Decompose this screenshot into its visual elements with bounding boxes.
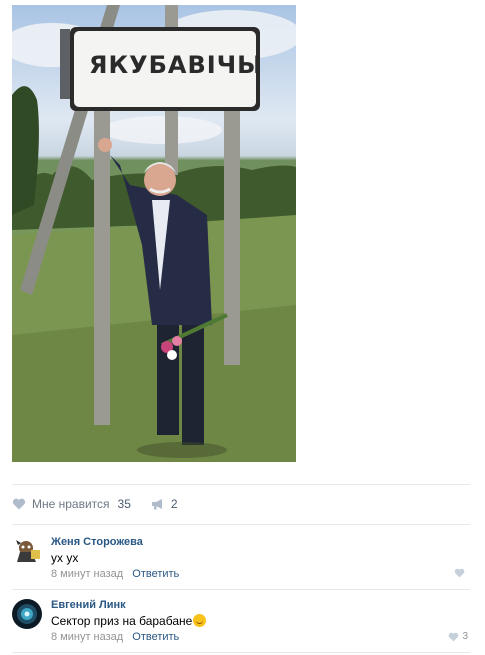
comment-meta: 8 минут назад Ответить — [51, 631, 179, 643]
avatar-image — [12, 536, 42, 566]
divider — [12, 652, 470, 653]
comment-text: Сектор приз на барабане — [51, 614, 193, 628]
reply-link[interactable]: Ответить — [132, 568, 179, 580]
share-button[interactable]: 2 — [151, 497, 178, 511]
comment-meta: 8 минут назад Ответить — [51, 568, 179, 580]
divider — [12, 589, 470, 590]
sign-text: ЯКУБАВІЧЫ — [89, 51, 263, 79]
like-count: 35 — [117, 497, 131, 511]
post-photo[interactable]: ЯКУБАВІЧЫ — [12, 5, 296, 462]
like-label: Мне нравится — [32, 497, 110, 511]
heart-icon — [12, 498, 26, 510]
megaphone-icon — [151, 499, 162, 510]
comment-text: ух ух — [51, 551, 79, 565]
reply-link[interactable]: Ответить — [132, 631, 179, 643]
divider — [12, 484, 470, 485]
comment-like-button[interactable] — [454, 568, 468, 578]
avatar[interactable] — [12, 536, 42, 566]
post-actions: Мне нравится 35 2 — [12, 495, 178, 513]
comment-time[interactable]: 8 минут назад — [51, 568, 123, 580]
like-button[interactable]: Мне нравится 35 — [12, 497, 131, 511]
heart-icon — [454, 568, 465, 578]
share-count: 2 — [170, 497, 178, 511]
comment-item: Евгений Линк Сектор приз на барабане 8 м… — [12, 599, 470, 643]
avatar-image — [12, 599, 42, 629]
comment-author[interactable]: Женя Сторожева — [51, 536, 143, 548]
comment-time[interactable]: 8 минут назад — [51, 631, 123, 643]
avatar[interactable] — [12, 599, 42, 629]
comment-like-count: 3 — [462, 631, 468, 642]
divider — [12, 524, 470, 525]
comment-text-row: Сектор приз на барабане — [51, 614, 207, 628]
heart-icon — [449, 632, 459, 641]
comment-author[interactable]: Евгений Линк — [51, 599, 126, 611]
comment-item: Женя Сторожева ух ух 8 минут назад Ответ… — [12, 536, 470, 580]
comment-like-button[interactable]: 3 — [448, 631, 468, 642]
smile-emoji-icon — [193, 614, 207, 627]
